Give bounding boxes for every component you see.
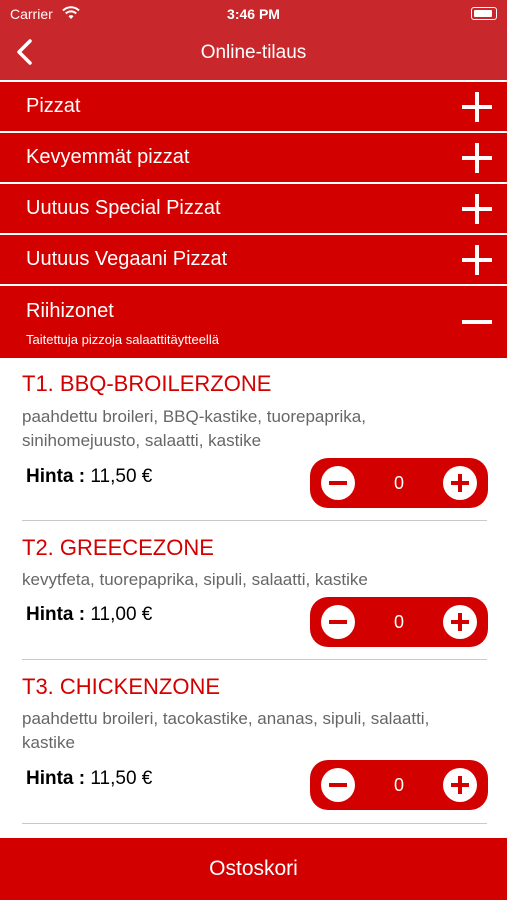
category-label: Riihizonet <box>26 300 114 322</box>
cart-button[interactable]: Ostoskori <box>0 838 507 900</box>
category-vegaani[interactable]: Uutuus Vegaani Pizzat <box>0 235 507 284</box>
price-label: Hinta : <box>26 466 86 487</box>
item-name: T2. GREECEZONE <box>22 535 214 560</box>
status-bar: Carrier 3:46 PM <box>0 0 507 28</box>
page-title: Online-tilaus <box>200 42 307 63</box>
item-price: Hinta : 11,50 € <box>26 466 152 488</box>
item-description: kevytfeta, tuorepaprika, sipuli, salaatt… <box>22 570 368 589</box>
item-description: paahdettu broileri, BBQ-kastike, tuorepa… <box>22 407 366 450</box>
quantity-stepper: 0 <box>310 458 488 508</box>
increase-button-icon[interactable] <box>442 465 478 501</box>
category-special[interactable]: Uutuus Special Pizzat <box>0 184 507 233</box>
expand-plus-icon[interactable] <box>459 140 495 176</box>
price-value: 11,50 € <box>90 768 153 789</box>
item-name: T3. CHICKENZONE <box>22 674 221 699</box>
quantity-stepper: 0 <box>310 597 488 647</box>
price-label: Hinta : <box>26 768 86 789</box>
category-label: Pizzat <box>26 95 81 117</box>
category-label: Kevyemmät pizzat <box>26 146 190 168</box>
expand-plus-icon[interactable] <box>459 89 495 125</box>
divider <box>22 520 487 521</box>
expand-plus-icon[interactable] <box>459 191 495 227</box>
status-time: 3:46 PM <box>227 6 280 22</box>
item-description: paahdettu broileri, tacokastike, ananas,… <box>22 709 430 752</box>
category-subtitle: Taitettuja pizzoja salaattitäytteellä <box>26 332 219 347</box>
divider <box>22 823 487 824</box>
category-riihizonet[interactable]: Riihizonet Taitettuja pizzoja salaattitä… <box>0 286 507 358</box>
price-value: 11,50 € <box>90 466 153 487</box>
category-pizzat[interactable]: Pizzat <box>0 82 507 131</box>
expand-plus-icon[interactable] <box>459 242 495 278</box>
cart-label: Ostoskori <box>209 857 298 880</box>
item-price: Hinta : 11,50 € <box>26 768 152 790</box>
increase-button-icon[interactable] <box>442 604 478 640</box>
price-label: Hinta : <box>26 604 86 625</box>
item-name: T1. BBQ-BROILERZONE <box>22 371 272 396</box>
quantity-stepper: 0 <box>310 760 488 810</box>
category-label: Uutuus Special Pizzat <box>26 197 221 219</box>
item-price: Hinta : 11,00 € <box>26 604 152 626</box>
category-kevyemmat[interactable]: Kevyemmät pizzat <box>0 133 507 182</box>
top-bar: Carrier 3:46 PM Online-tilaus <box>0 0 507 80</box>
battery-icon <box>471 7 497 20</box>
divider <box>22 659 487 660</box>
increase-button-icon[interactable] <box>442 767 478 803</box>
category-label: Uutuus Vegaani Pizzat <box>26 248 228 270</box>
collapse-minus-icon[interactable] <box>459 304 495 340</box>
price-value: 11,00 € <box>90 604 153 625</box>
